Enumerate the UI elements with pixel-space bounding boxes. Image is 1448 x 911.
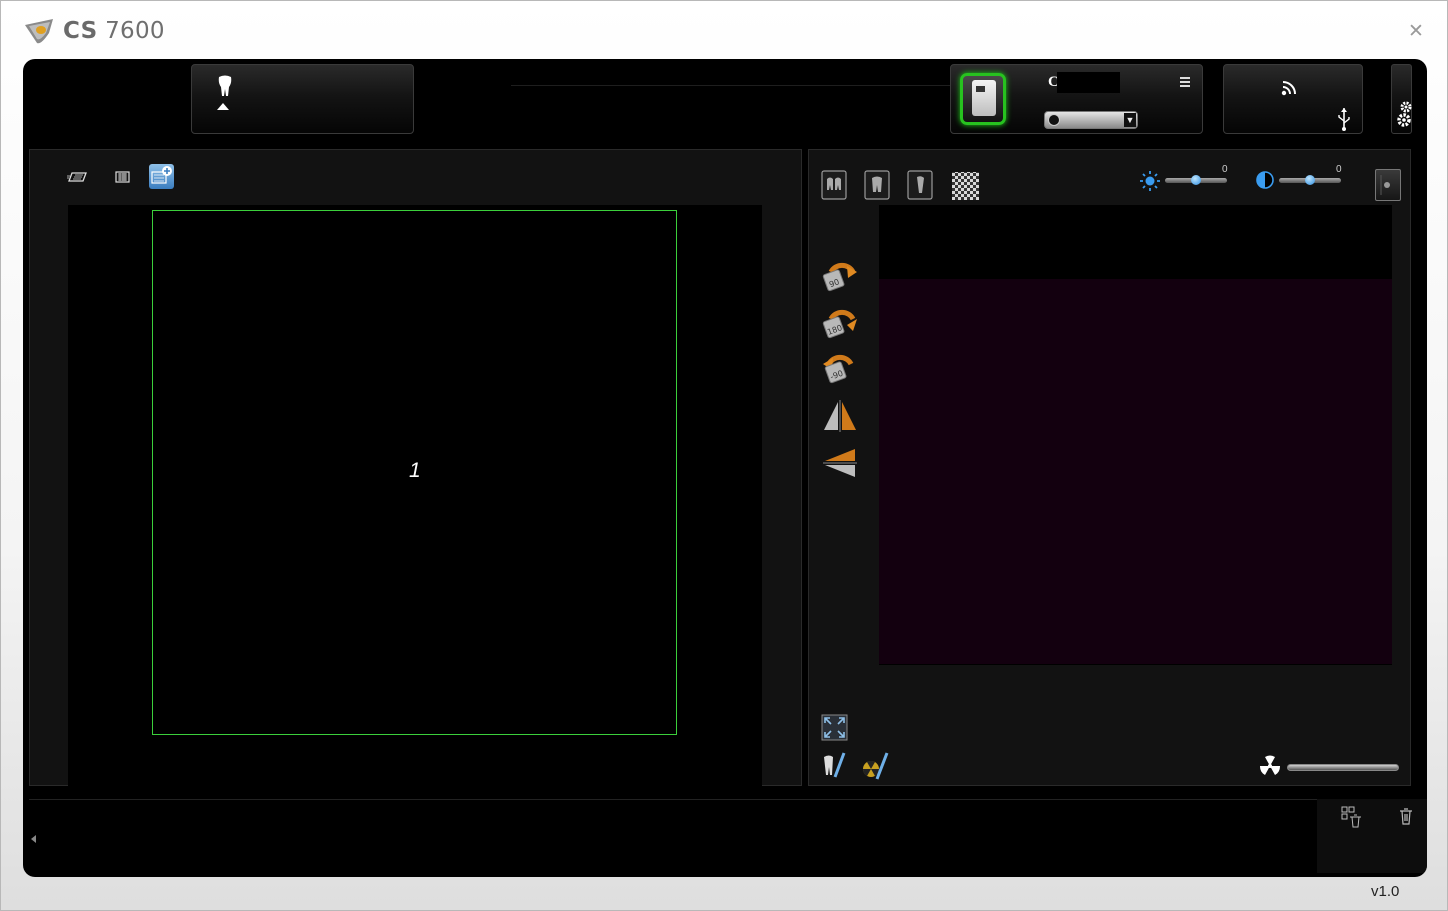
brightness-value: 0 (1222, 164, 1228, 175)
radiation-icon (1259, 755, 1281, 775)
checker-icon[interactable] (949, 170, 981, 202)
usb-icon (1338, 108, 1350, 131)
slider-knob[interactable] (1191, 175, 1201, 185)
collapse-arrow-icon[interactable] (217, 103, 229, 110)
template-canvas: 1 (68, 205, 762, 787)
flip-vertical-icon[interactable] (821, 445, 859, 481)
film-tooth-icon[interactable] (864, 170, 890, 200)
version-label: v1.0 (1371, 883, 1400, 900)
scanner-device-image[interactable] (960, 73, 1006, 125)
side-view-icon (1380, 175, 1390, 195)
film-incisor-icon[interactable] (907, 170, 933, 200)
preview-image[interactable] (879, 279, 1392, 664)
fit-screen-icon[interactable] (821, 714, 848, 741)
divider (511, 85, 951, 86)
layout-icon[interactable] (66, 165, 90, 189)
brightness-slider[interactable] (1165, 175, 1227, 185)
device-panel[interactable]: C ▼ (950, 64, 1203, 134)
main-area: C ▼ 1 0 0 90 180 -90 (23, 59, 1427, 877)
app-title: CS 7600 (63, 18, 165, 44)
device-mode-select[interactable]: ▼ (1044, 111, 1138, 129)
dose-bar (1287, 764, 1399, 771)
rotate-90-icon[interactable]: 90 (821, 258, 859, 294)
template-panel: 1 (29, 149, 802, 787)
scroll-left-icon[interactable] (31, 835, 36, 843)
preview-panel: 0 0 90 180 -90 (808, 149, 1411, 786)
rotate-180-icon[interactable]: 180 (821, 305, 859, 341)
side-view-button[interactable] (1375, 169, 1401, 201)
rotate-minus-90-icon[interactable]: -90 (821, 350, 859, 386)
slot-number: 1 (409, 459, 421, 482)
mode-icon (1048, 114, 1060, 126)
slider-knob[interactable] (1305, 175, 1315, 185)
delete-all-icon[interactable] (1341, 806, 1363, 828)
preview-canvas (879, 205, 1392, 665)
contrast-slider[interactable] (1279, 175, 1341, 185)
chevron-down-icon: ▼ (1124, 113, 1136, 127)
grid-icon[interactable] (110, 165, 134, 189)
trash-icon[interactable] (1398, 807, 1414, 825)
radiation-measure-icon[interactable] (859, 751, 889, 781)
app-logo-icon (25, 19, 53, 44)
app-window: CS 7600 ✕ C ▼ 1 0 0 90 180 -90 v1.0 (0, 0, 1448, 911)
image-slot[interactable]: 1 (152, 210, 677, 735)
add-layout-icon[interactable] (149, 164, 174, 189)
brightness-icon (1140, 171, 1160, 191)
connection-panel[interactable] (1223, 64, 1363, 134)
close-button[interactable]: ✕ (1405, 21, 1427, 43)
film-molars-icon[interactable] (821, 170, 847, 200)
tooth-measure-icon[interactable] (821, 751, 847, 781)
contrast-value: 0 (1336, 164, 1342, 175)
tooth-icon (218, 75, 232, 96)
wifi-icon (1281, 81, 1296, 96)
gear-icon[interactable] (1397, 99, 1413, 129)
menu-icon[interactable] (1180, 77, 1192, 91)
redacted-block (1057, 72, 1120, 93)
contrast-icon (1256, 171, 1274, 189)
thumbnail-strip (29, 799, 1319, 873)
flip-horizontal-icon[interactable] (821, 398, 859, 434)
